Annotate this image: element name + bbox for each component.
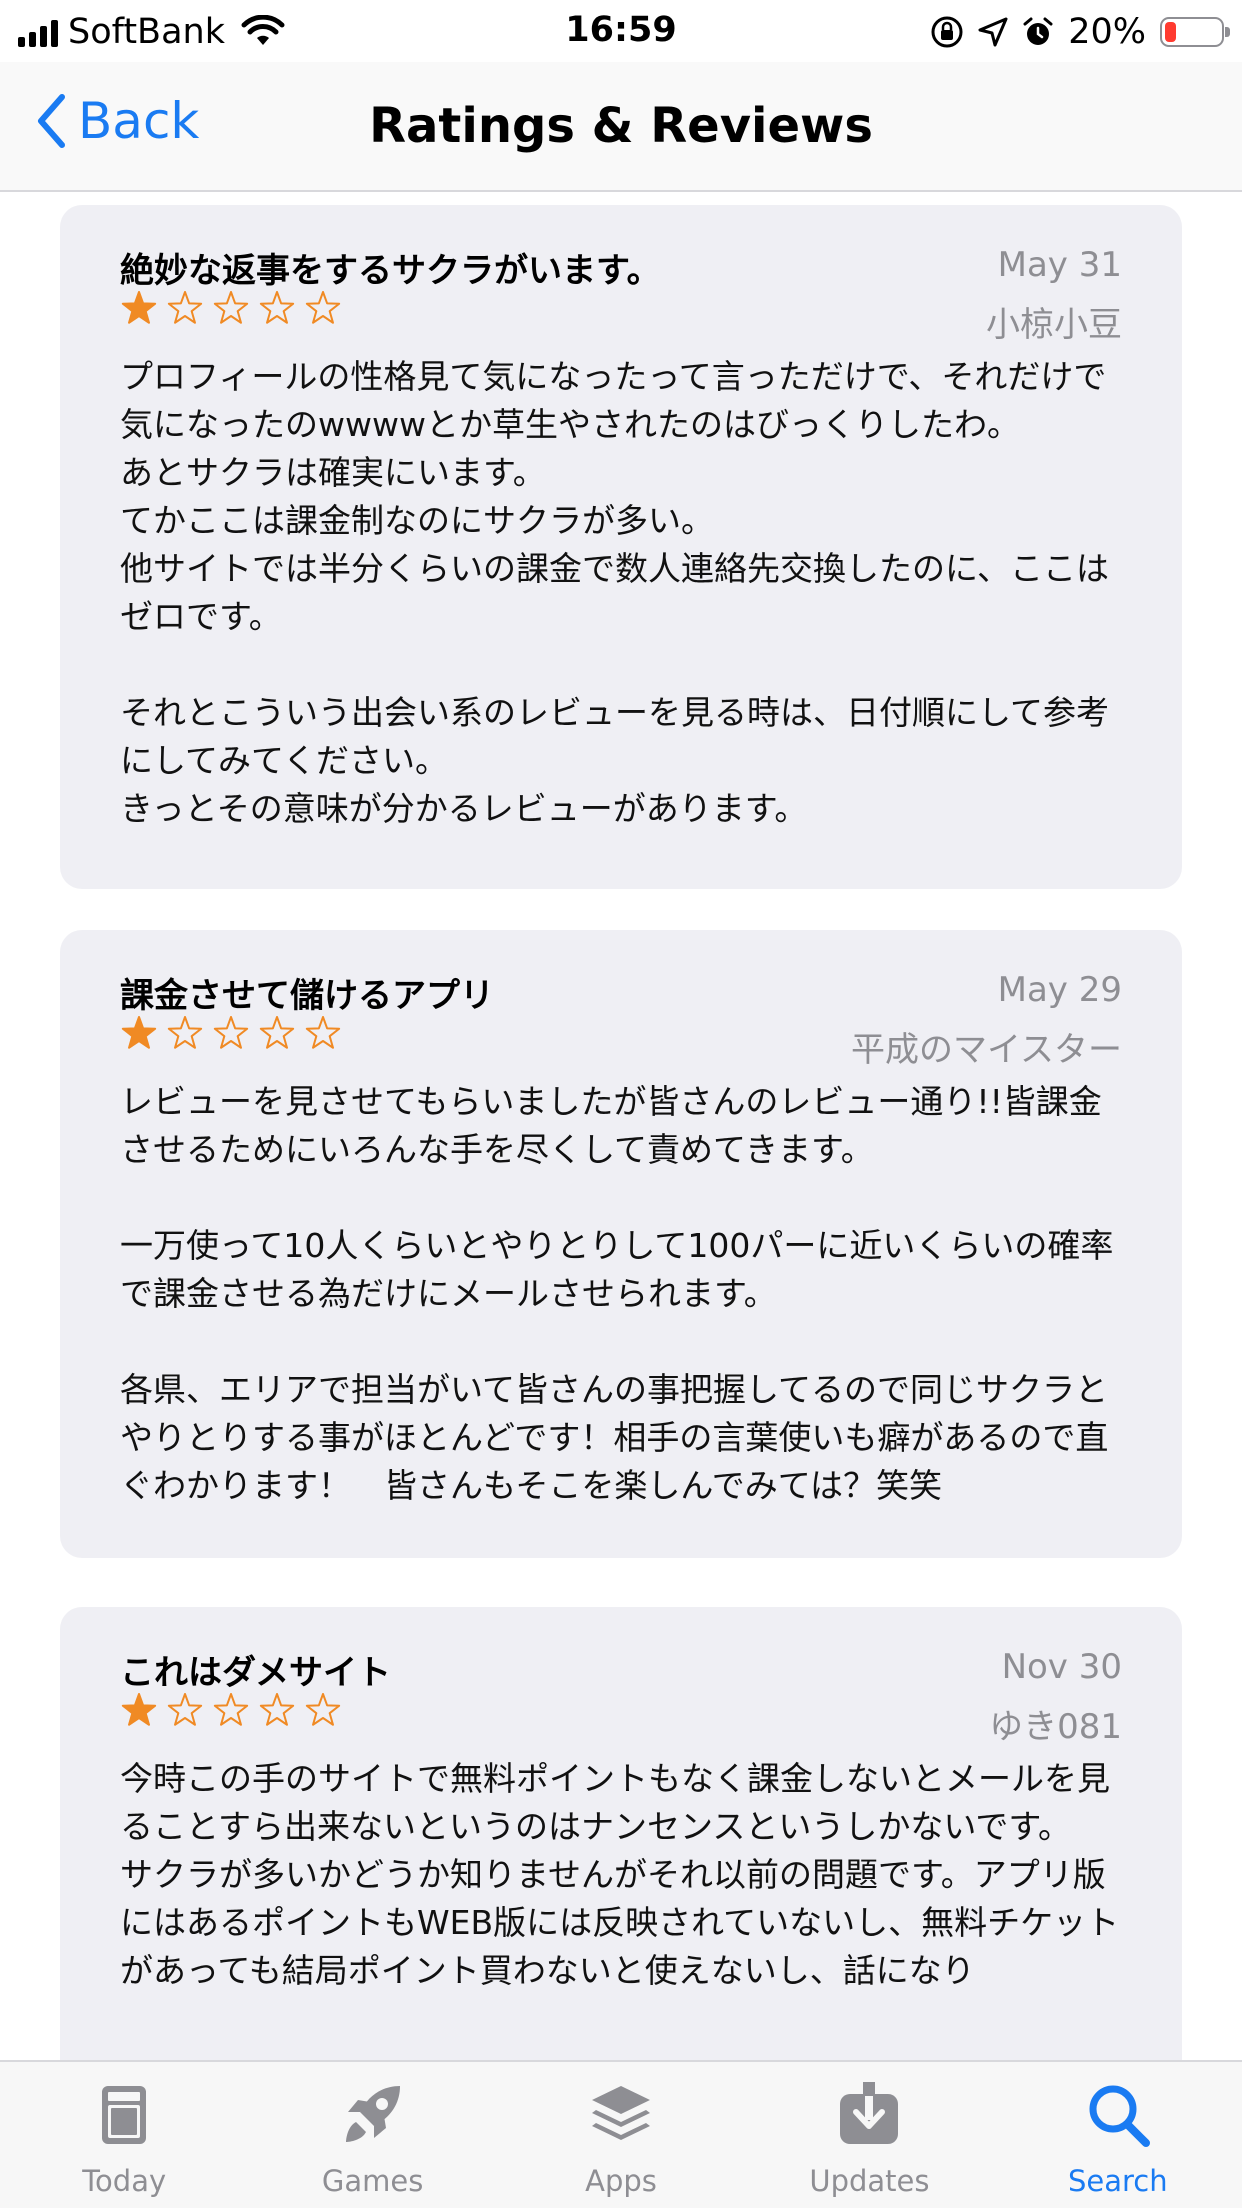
- search-icon: [1089, 2085, 1150, 2147]
- reviews-list[interactable]: 絶妙な返事をするサクラがいます。 May 31 小椋小豆 プロフィールの性格見て…: [0, 192, 1242, 2060]
- star-empty-icon: [305, 1693, 341, 1726]
- tab-games[interactable]: Games: [248, 2062, 496, 2208]
- review-body: プロフィールの性格見て気になったって言っただけで、それだけで気になったのwwww…: [120, 357, 1110, 828]
- today-icon: [102, 2086, 147, 2144]
- tab-label: Apps: [585, 2164, 657, 2198]
- tab-search[interactable]: Search: [994, 2062, 1242, 2208]
- navigation-bar: Back Ratings & Reviews: [0, 62, 1242, 192]
- star-empty-icon: [305, 291, 341, 324]
- tab-bar: Today Games Apps Updates Search: [0, 2060, 1242, 2208]
- review-author: 小椋小豆: [986, 305, 1122, 345]
- star-filled-icon: [121, 1016, 157, 1049]
- star-rating: [120, 1691, 342, 1729]
- review-date: Nov 30: [1001, 1647, 1122, 1687]
- tab-label: Updates: [809, 2164, 930, 2198]
- review-body: レビューを見させてもらいましたが皆さんのレビュー通り!!皆課金させるためにいろん…: [120, 1082, 1114, 1505]
- review-date: May 29: [997, 970, 1122, 1010]
- star-filled-icon: [121, 1693, 157, 1726]
- alarm-icon: [1023, 17, 1053, 45]
- tab-updates[interactable]: Updates: [745, 2062, 993, 2208]
- tab-label: Search: [1068, 2164, 1168, 2198]
- page-title: Ratings & Reviews: [369, 98, 873, 154]
- review-card[interactable]: これはダメサイト Nov 30 ゆき081 今時この手のサイトで無料ポイントもな…: [60, 1607, 1182, 2060]
- star-rating: [120, 1014, 342, 1052]
- tab-apps[interactable]: Apps: [497, 2062, 745, 2208]
- review-author: ゆき081: [989, 1707, 1122, 1747]
- review-card[interactable]: 課金させて儲けるアプリ May 29 平成のマイスター レビューを見させてもらい…: [60, 930, 1182, 1558]
- star-empty-icon: [213, 1693, 249, 1726]
- star-empty-icon: [259, 1016, 295, 1049]
- battery-percent: 20%: [1068, 12, 1146, 52]
- star-empty-icon: [259, 1693, 295, 1726]
- star-rating: [120, 289, 342, 327]
- review-title: これはダメサイト: [120, 1653, 391, 1693]
- review-author: 平成のマイスター: [851, 1030, 1122, 1070]
- review-card[interactable]: 絶妙な返事をするサクラがいます。 May 31 小椋小豆 プロフィールの性格見て…: [60, 205, 1182, 889]
- status-right: 20%: [930, 12, 1230, 52]
- star-empty-icon: [213, 291, 249, 324]
- review-title: 課金させて儲けるアプリ: [120, 976, 494, 1016]
- star-empty-icon: [167, 291, 203, 324]
- stack-icon: [592, 2086, 651, 2140]
- star-empty-icon: [305, 1016, 341, 1049]
- battery-icon: [1160, 17, 1230, 47]
- star-empty-icon: [259, 291, 295, 324]
- rotation-lock-icon: [931, 16, 963, 48]
- review-body: 今時この手のサイトで無料ポイントもなく課金しないとメールを見ることすら出来ないと…: [120, 1759, 1120, 1990]
- location-icon: [978, 17, 1008, 47]
- tab-label: Today: [82, 2164, 167, 2198]
- rocket-icon: [345, 2086, 400, 2142]
- battery-fill: [1165, 22, 1176, 42]
- star-empty-icon: [167, 1016, 203, 1049]
- review-date: May 31: [997, 245, 1122, 285]
- tab-today[interactable]: Today: [0, 2062, 248, 2208]
- review-title: 絶妙な返事をするサクラがいます。: [120, 251, 661, 291]
- status-bar: SoftBank 16:59 20%: [0, 0, 1242, 62]
- star-empty-icon: [167, 1693, 203, 1726]
- star-empty-icon: [213, 1016, 249, 1049]
- download-icon: [840, 2082, 899, 2144]
- tab-label: Games: [321, 2164, 424, 2198]
- star-filled-icon: [121, 291, 157, 324]
